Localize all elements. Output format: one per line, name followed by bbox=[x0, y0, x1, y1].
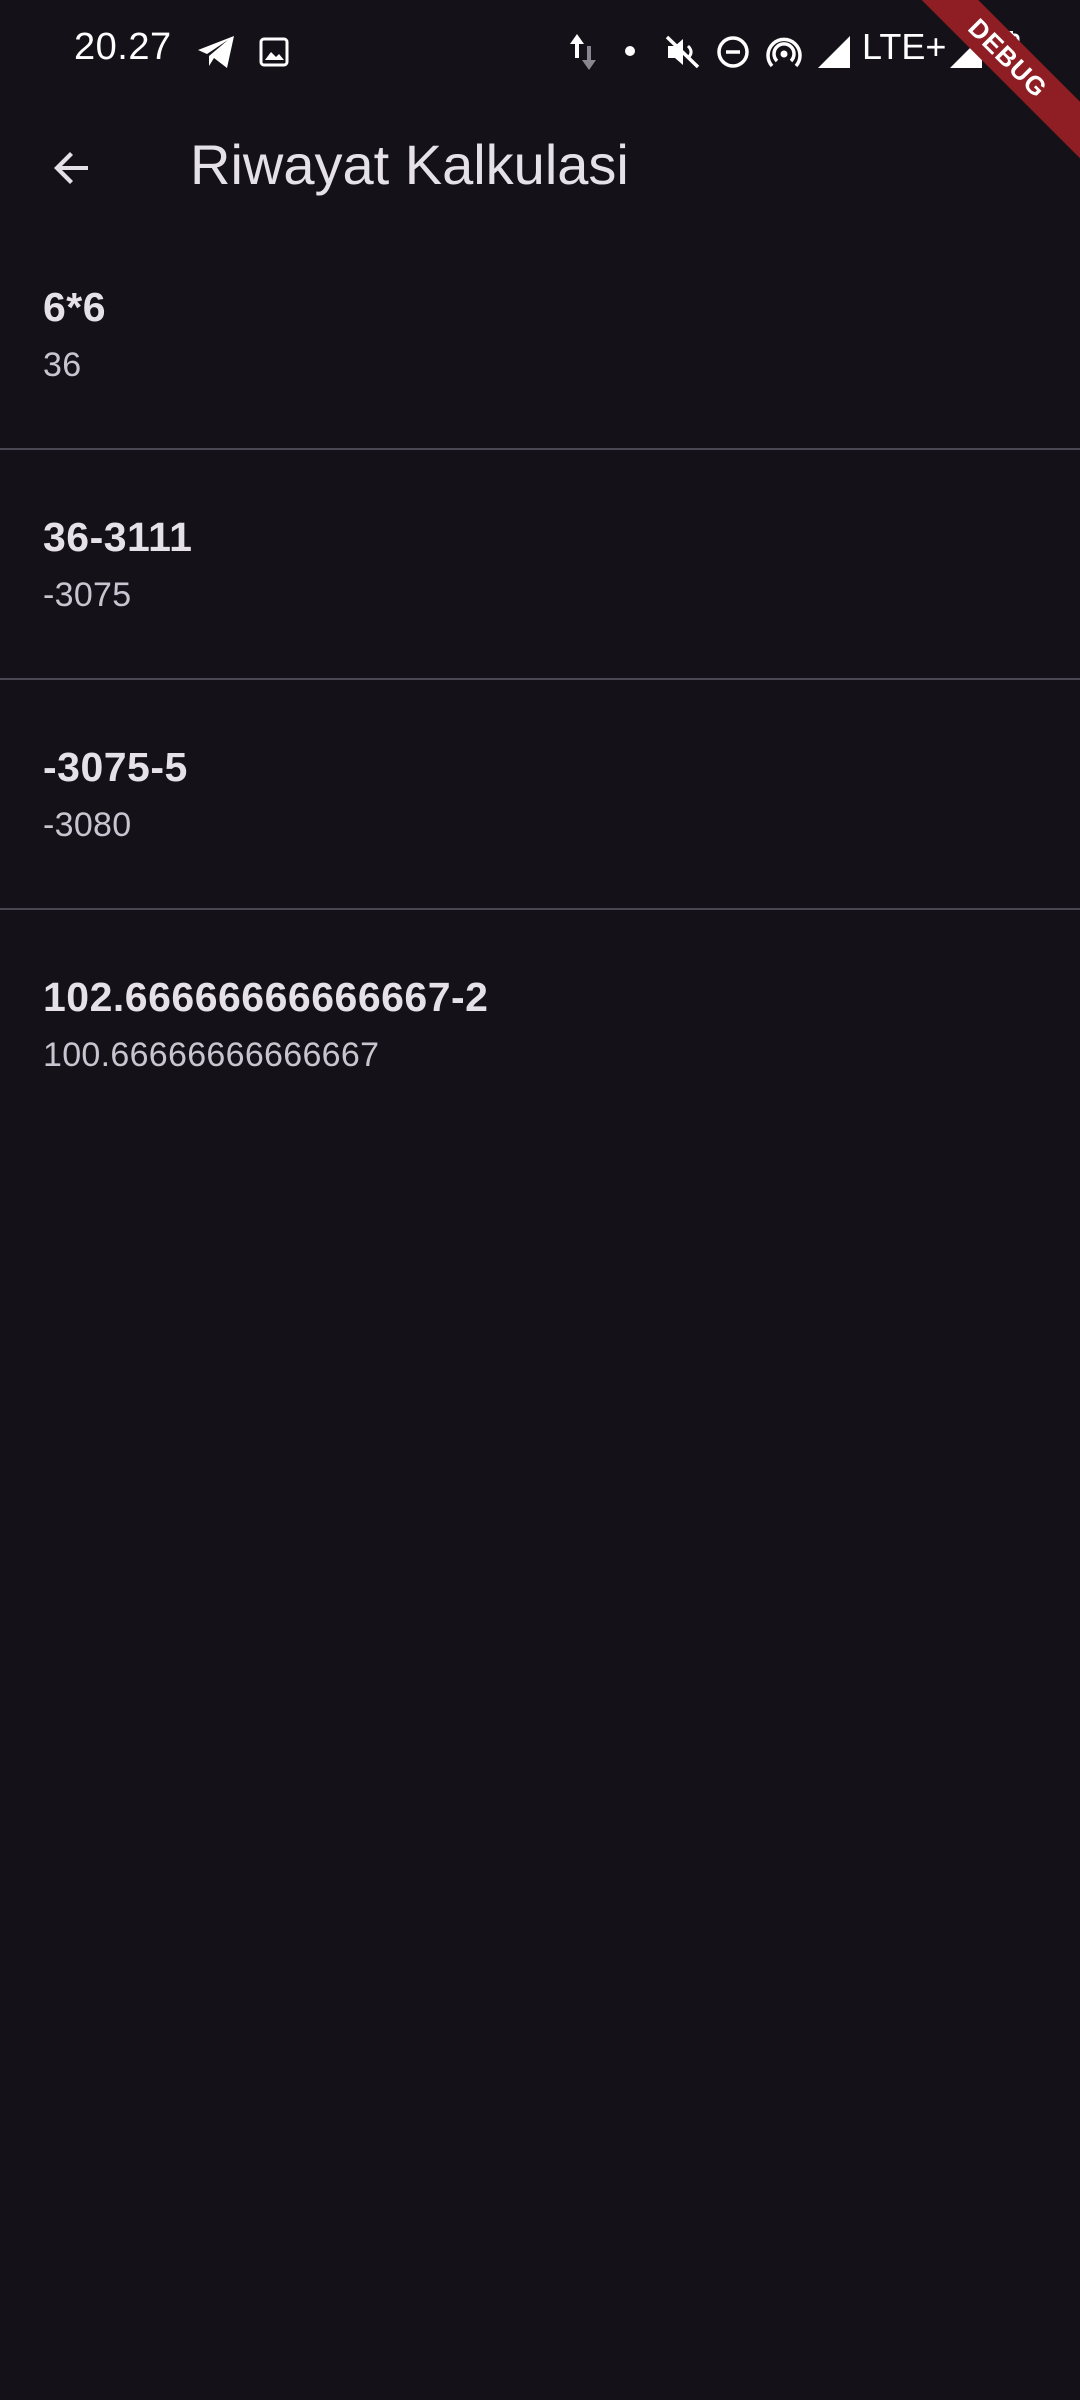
back-button[interactable] bbox=[30, 126, 114, 210]
signal-icon bbox=[818, 36, 850, 68]
history-expression: 36-3111 bbox=[43, 514, 193, 560]
page-title: Riwayat Kalkulasi bbox=[190, 133, 629, 196]
network-type: LTE+ bbox=[862, 26, 947, 67]
arrow-back-icon bbox=[54, 152, 88, 184]
history-list: 6*6 36 36-3111 -3075 -3075-5 -3080 102.6… bbox=[0, 220, 1080, 1140]
history-expression: -3075-5 bbox=[43, 744, 188, 790]
history-expression: 6*6 bbox=[43, 284, 107, 330]
list-item[interactable]: 102.66666666666667-2 100.66666666666667 bbox=[0, 910, 1080, 1140]
status-bar: 20.27 LTE+ DEBUG bbox=[0, 0, 1080, 179]
status-time: 20.27 bbox=[74, 26, 172, 68]
history-expression: 102.66666666666667-2 bbox=[43, 974, 489, 1020]
telegram-icon bbox=[198, 36, 234, 68]
app-bar: Riwayat Kalkulasi bbox=[0, 104, 1080, 230]
list-item[interactable]: 6*6 36 bbox=[0, 220, 1080, 450]
history-result: 100.66666666666667 bbox=[43, 1036, 380, 1074]
dot-icon bbox=[625, 46, 635, 56]
image-icon bbox=[259, 37, 289, 67]
list-item[interactable]: 36-3111 -3075 bbox=[0, 450, 1080, 680]
history-result: 36 bbox=[43, 346, 82, 384]
do-not-disturb-icon bbox=[717, 36, 749, 68]
data-transfer-icon bbox=[570, 34, 596, 70]
mute-icon bbox=[665, 35, 700, 69]
history-result: -3080 bbox=[43, 806, 132, 844]
list-item[interactable]: -3075-5 -3080 bbox=[0, 680, 1080, 910]
hotspot-icon bbox=[766, 37, 802, 68]
history-result: -3075 bbox=[43, 576, 132, 614]
screen: 20.27 LTE+ DEBUG Riwayat Kalkulasi 6*6 3… bbox=[0, 0, 1080, 2400]
